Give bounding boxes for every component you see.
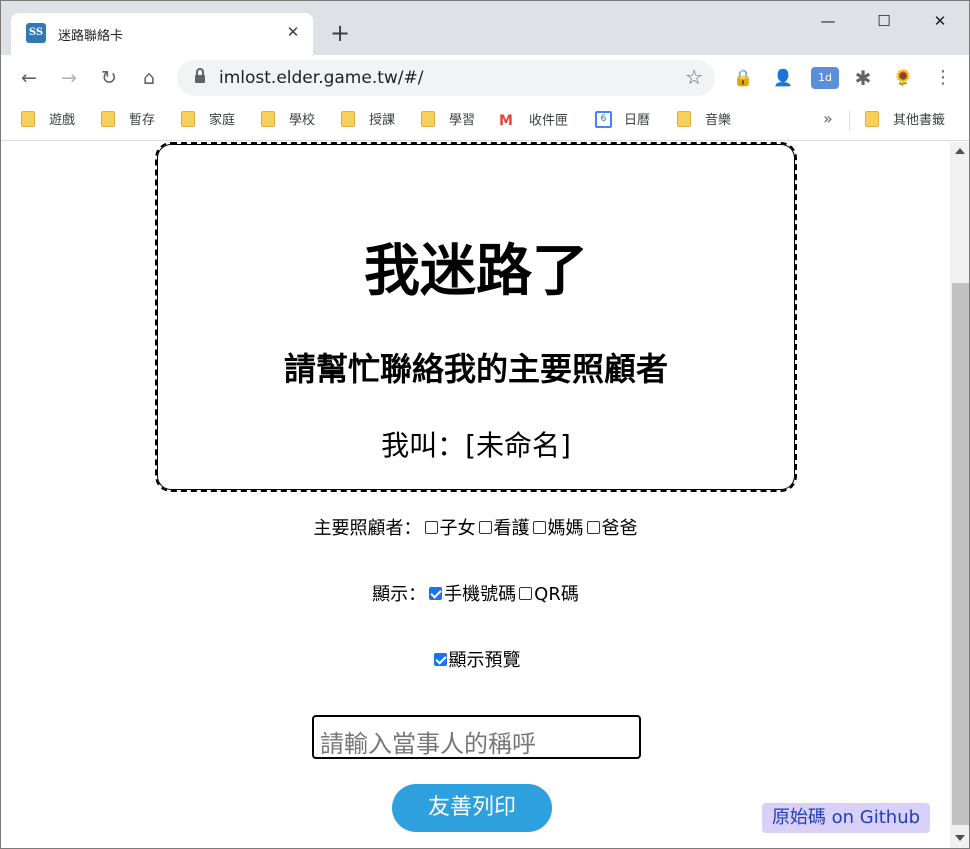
bookmark-learning[interactable]: 學習 <box>421 110 475 132</box>
bookmarks-bar: 遊戲 暫存 家庭 學校 授課 學習 M 收件匣 6 日曆 音樂 » 其他書籤 <box>1 101 969 141</box>
site-favicon-icon: SS <box>26 23 46 43</box>
option-preview: 顯示預覽 <box>448 650 521 671</box>
tab-close-icon[interactable]: ✕ <box>283 22 303 42</box>
close-window-button[interactable]: ✕ <box>917 7 963 35</box>
page-viewport: 我迷路了 請幫忙聯絡我的主要照顧者 我叫：[未命名] 主要照顧者： 子女 看護 媽媽爸… <box>1 142 950 848</box>
preview-row: 顯示預覽 <box>1 646 950 672</box>
option-qr: QR碼 <box>534 584 579 605</box>
tab-strip: SS 迷路聯絡卡 ✕ + — ☐ ✕ <box>1 1 969 55</box>
browser-window: SS 迷路聯絡卡 ✕ + — ☐ ✕ ← → ↻ ⌂ imlost.elder.… <box>0 0 970 849</box>
option-caretaker: 看護 <box>493 518 530 539</box>
scroll-down-icon[interactable] <box>955 835 965 841</box>
checkbox-children[interactable] <box>424 520 438 534</box>
folder-icon <box>101 110 115 127</box>
checkbox-phone[interactable] <box>429 586 443 600</box>
folder-icon <box>421 110 435 127</box>
menu-kebab-icon[interactable]: ⋮ <box>929 64 957 92</box>
bookmark-temp[interactable]: 暫存 <box>101 110 155 132</box>
card-title: 我迷路了 <box>364 239 588 304</box>
extension-calendar-icon[interactable]: 1d <box>811 67 839 89</box>
option-children: 子女 <box>439 518 476 539</box>
maximize-button[interactable]: ☐ <box>861 7 907 35</box>
lock-icon <box>195 68 205 84</box>
minimize-button[interactable]: — <box>805 7 851 35</box>
option-mother: 媽媽 <box>547 518 584 539</box>
reload-button[interactable]: ↻ <box>95 64 123 92</box>
bookmark-star-icon[interactable]: ☆ <box>685 65 703 89</box>
back-button[interactable]: ← <box>15 64 43 92</box>
extensions-puzzle-icon[interactable]: ✱ <box>849 64 877 92</box>
display-label: 顯示： <box>372 584 427 605</box>
bookmark-calendar[interactable]: 6 日曆 <box>595 110 650 132</box>
active-tab[interactable]: SS 迷路聯絡卡 ✕ <box>11 13 313 55</box>
bookmark-school[interactable]: 學校 <box>261 110 315 132</box>
extension-lock-icon[interactable]: 🔒 <box>729 64 757 92</box>
checkbox-father[interactable] <box>586 520 600 534</box>
bookmark-inbox[interactable]: M 收件匣 <box>499 110 568 132</box>
card-name-line: 我叫：[未命名] <box>381 429 571 462</box>
option-phone: 手機號碼 <box>444 584 517 605</box>
scroll-up-icon[interactable] <box>955 148 965 154</box>
card-subtitle: 請幫忙聯絡我的主要照顧者 <box>283 350 668 388</box>
caregiver-label: 主要照顧者： <box>313 518 422 539</box>
folder-icon <box>261 110 275 127</box>
option-father: 爸爸 <box>601 518 638 539</box>
name-input[interactable]: 請輸入當事人的稱呼 <box>312 715 641 759</box>
home-button[interactable]: ⌂ <box>135 64 163 92</box>
checkbox-preview[interactable] <box>433 652 447 666</box>
folder-icon <box>21 110 35 127</box>
vertical-scrollbar[interactable] <box>950 142 969 848</box>
folder-icon <box>341 110 355 127</box>
bookmark-games[interactable]: 遊戲 <box>21 110 75 132</box>
bookmark-music[interactable]: 音樂 <box>677 110 731 132</box>
calendar-icon: 6 <box>595 111 612 128</box>
url-text: imlost.elder.game.tw/#/ <box>219 68 424 88</box>
new-tab-button[interactable]: + <box>327 20 353 46</box>
browser-toolbar: ← → ↻ ⌂ imlost.elder.game.tw/#/ ☆ 🔒 👤 1d… <box>1 55 969 101</box>
folder-icon <box>677 110 691 127</box>
scrollbar-thumb[interactable] <box>952 283 969 825</box>
checkbox-qr[interactable] <box>519 586 533 600</box>
extension-avatar-icon[interactable]: 👤 <box>769 64 797 92</box>
folder-icon <box>865 110 879 127</box>
address-bar[interactable]: imlost.elder.game.tw/#/ ☆ <box>177 60 715 96</box>
tab-title: 迷路聯絡卡 <box>58 29 124 44</box>
bookmark-family[interactable]: 家庭 <box>181 110 235 132</box>
lost-card: 我迷路了 請幫忙聯絡我的主要照顧者 我叫：[未命名] <box>155 142 797 492</box>
checkbox-mother[interactable] <box>532 520 546 534</box>
github-link[interactable]: 原始碼 on Github <box>762 803 930 833</box>
folder-icon <box>181 110 195 127</box>
print-button[interactable]: 友善列印 <box>392 784 552 832</box>
display-row: 顯示： 手機號碼 QR碼 <box>1 580 950 606</box>
bookmark-other[interactable]: 其他書籤 <box>865 110 945 132</box>
bookmarks-more-icon[interactable]: » <box>823 109 833 128</box>
gmail-icon: M <box>499 113 513 129</box>
caregiver-row: 主要照顧者： 子女 看護 媽媽 爸爸 <box>1 514 950 540</box>
forward-button[interactable]: → <box>55 64 83 92</box>
bookmarks-divider <box>849 111 850 131</box>
checkbox-caretaker[interactable] <box>478 520 492 534</box>
bookmark-teaching[interactable]: 授課 <box>341 110 395 132</box>
profile-avatar-icon[interactable]: 🌻 <box>889 64 917 92</box>
